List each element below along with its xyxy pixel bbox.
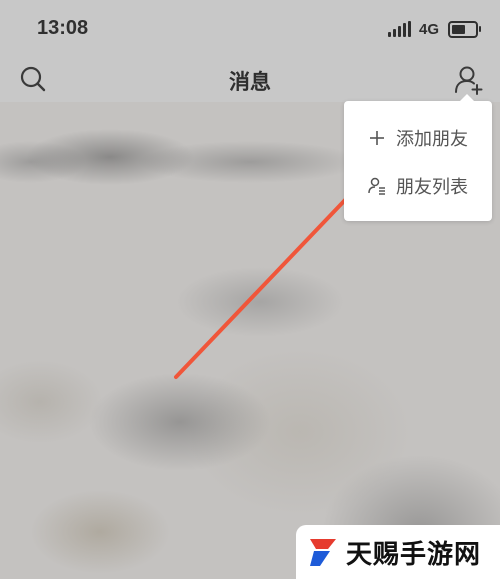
page-title: 消息 <box>229 70 271 94</box>
menu-item-add-friend[interactable]: 添加朋友 <box>344 113 492 163</box>
menu-item-friend-list[interactable]: 朋友列表 <box>344 161 492 211</box>
status-indicators: 4G <box>387 19 481 39</box>
menu-item-label: 添加朋友 <box>396 129 468 150</box>
battery-level <box>452 24 465 34</box>
signal-icon <box>387 21 411 37</box>
site-logo-icon <box>310 539 336 566</box>
add-friend-icon <box>455 66 483 95</box>
dropdown-menu: 添加朋友 朋友列表 <box>344 94 492 221</box>
watermark-text: 天赐手游网 <box>346 539 482 570</box>
plus-icon <box>366 127 388 149</box>
status-time: 13:08 <box>37 17 89 39</box>
menu-item-label: 朋友列表 <box>396 177 468 198</box>
nav-bar: 消息 <box>0 56 500 102</box>
add-friend-button[interactable] <box>453 64 485 96</box>
network-type: 4G <box>418 20 439 38</box>
watermark: 天赐手游网 <box>296 525 500 579</box>
battery-icon <box>448 20 481 38</box>
status-bar: 13:08 4G <box>0 0 500 56</box>
friend-list-icon <box>366 175 388 197</box>
